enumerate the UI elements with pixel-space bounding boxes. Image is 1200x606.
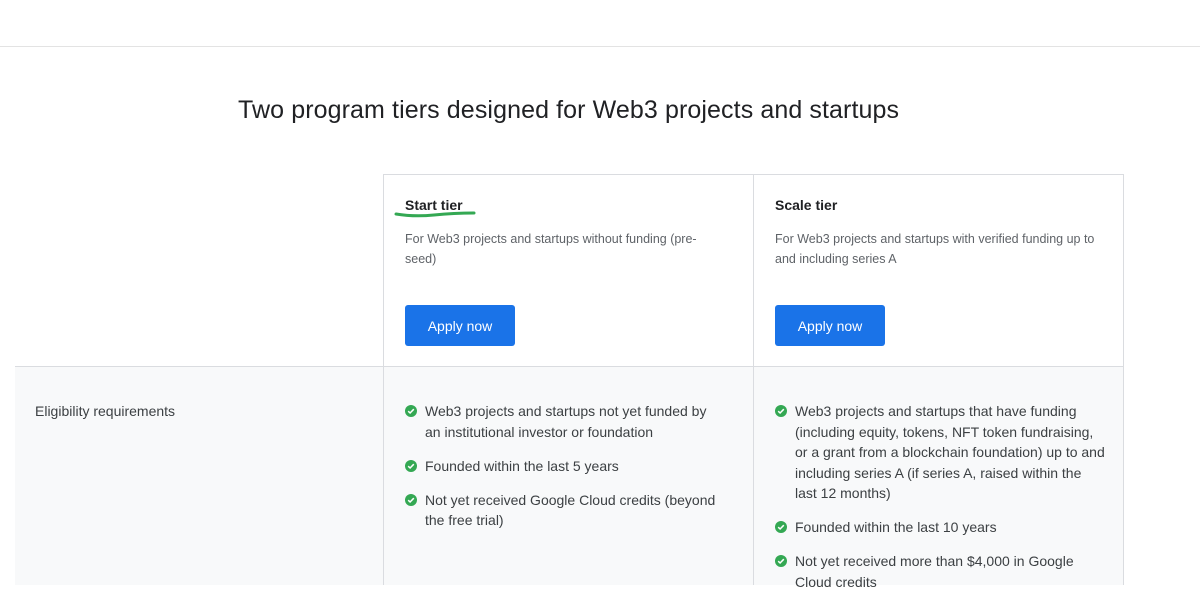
list-item: Founded within the last 10 years [775,517,1105,538]
column-divider-left [383,174,384,585]
scale-tier-name: Scale tier [775,197,838,213]
start-tier-requirements: Web3 projects and startups not yet funde… [405,401,725,544]
start-tier-highlight-underline [394,211,476,218]
list-item: Founded within the last 5 years [405,456,725,477]
scale-tier-requirements: Web3 projects and startups that have fun… [775,401,1105,606]
list-item: Web3 projects and startups not yet funde… [405,401,725,442]
check-circle-icon [405,493,417,506]
requirement-text: Web3 projects and startups not yet funde… [425,403,707,440]
requirement-text: Not yet received more than $4,000 in Goo… [795,553,1074,590]
check-circle-icon [405,459,417,472]
column-divider-middle [753,174,754,585]
column-divider-right [1123,174,1124,585]
requirement-text: Web3 projects and startups that have fun… [795,403,1105,501]
requirement-text: Founded within the last 10 years [795,519,997,535]
list-item: Web3 projects and startups that have fun… [775,401,1105,504]
check-circle-icon [775,405,787,417]
check-circle-icon [405,405,417,417]
list-item: Not yet received Google Cloud credits (b… [405,490,725,531]
scale-tier-header: Scale tier For Web3 projects and startup… [775,197,1105,269]
requirement-text: Not yet received Google Cloud credits (b… [425,491,716,529]
header-row-divider [15,366,1124,367]
check-circle-icon [775,555,787,567]
check-circle-icon [775,521,787,533]
scale-tier-description: For Web3 projects and startups with veri… [775,232,1095,266]
start-tier-apply-button[interactable]: Apply now [405,305,515,346]
comparison-table: Start tier For Web3 projects and startup… [0,0,1200,590]
eligibility-row-label: Eligibility requirements [35,403,176,419]
scale-tier-apply-button[interactable]: Apply now [775,305,885,346]
requirement-text: Founded within the last 5 years [425,457,619,474]
start-tier-description: For Web3 projects and startups without f… [405,232,697,266]
list-item: Not yet received more than $4,000 in Goo… [775,551,1105,592]
